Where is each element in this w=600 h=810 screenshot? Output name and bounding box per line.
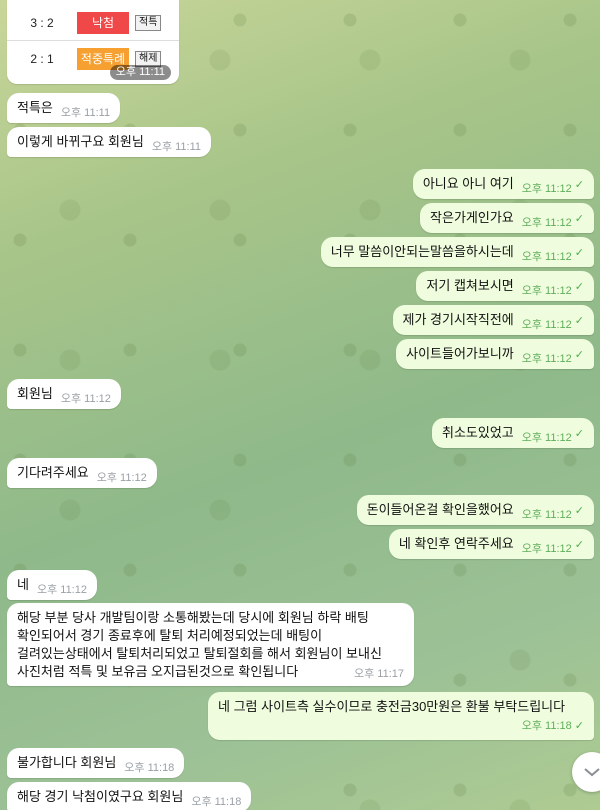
row-divider <box>7 40 179 41</box>
message-time: 오후 11:12 <box>521 251 572 263</box>
message-text-line: 걸려있는상태에서 탈퇴처리되었고 탈퇴절회를 해서 회원님이 보내신 <box>17 646 382 661</box>
incoming-message[interactable]: 해당 부분 당사 개발팀이랑 소통해봤는데 당시에 회원님 하락 배팅 확인되어… <box>7 603 414 686</box>
read-check-icon: ✓ <box>574 247 584 259</box>
message-text: 불가합니다 회원님 <box>17 755 117 770</box>
match-score: 3 : 2 <box>30 16 54 30</box>
read-check-icon: ✓ <box>574 213 584 225</box>
message-text: 적특은 <box>17 100 53 115</box>
incoming-message[interactable]: 이렇게 바뀌구요 회원님 오후 11:11 <box>7 127 212 157</box>
chevron-down-icon <box>584 768 600 777</box>
outgoing-message[interactable]: 아니요 아니 여기 오후 11:12 ✓ <box>412 169 594 199</box>
incoming-message[interactable]: 해당 경기 낙첨이였구요 회원님 오후 11:18 <box>7 782 252 810</box>
incoming-message[interactable]: 적특은 오후 11:11 <box>7 93 121 123</box>
message-text-line: 확인되어서 경기 종료후에 탈퇴 처리예정되었는데 배팅이 <box>17 628 323 643</box>
message-text: 제가 경기시작직전에 <box>402 312 514 327</box>
message-text-line: 사진처럼 적특 및 보유금 오지급된것으로 확인됩니다 <box>17 664 299 679</box>
outgoing-message[interactable]: 제가 경기시작직전에 오후 11:12 ✓ <box>392 305 594 335</box>
message-text: 이렇게 바뀌구요 회원님 <box>17 134 144 149</box>
outgoing-message[interactable]: 취소도있었고 오후 11:12 ✓ <box>432 418 594 448</box>
outgoing-message[interactable]: 저기 캡쳐보시면 오후 11:12 ✓ <box>416 271 594 301</box>
message-time: 오후 11:12 <box>521 183 572 195</box>
message-text: 저기 캡쳐보시면 <box>426 278 514 293</box>
read-check-icon: ✓ <box>574 539 584 551</box>
message-meta: 오후 11:18 ✓ <box>218 716 584 735</box>
message-time: 오후 11:17 <box>353 668 404 680</box>
message-time: 오후 11:12 <box>521 432 572 444</box>
message-time: 오후 11:12 <box>521 509 572 521</box>
message-time: 오후 11:11 <box>151 141 202 153</box>
message-text: 취소도있었고 <box>442 425 514 440</box>
message-time: 오후 11:12 <box>521 217 572 229</box>
read-check-icon: ✓ <box>574 349 584 361</box>
outgoing-message[interactable]: 너무 말씀이안되는말씀을하시는데 오후 11:12 ✓ <box>320 237 594 267</box>
read-check-icon: ✓ <box>574 281 584 293</box>
incoming-message[interactable]: 회원님 오후 11:12 <box>7 379 121 409</box>
outgoing-message[interactable]: 네 확인후 연락주세요 오후 11:12 ✓ <box>388 529 594 559</box>
message-text-line: 해당 부분 당사 개발팀이랑 소통해봤는데 당시에 회원님 하락 배팅 <box>17 610 369 625</box>
outgoing-message[interactable]: 사이트들어가보니까 오후 11:12 ✓ <box>396 339 594 369</box>
message-text: 돈이들어온걸 확인을했어요 <box>366 502 514 517</box>
message-time: 오후 11:12 <box>521 543 572 555</box>
message-text: 네 <box>17 577 29 592</box>
incoming-message[interactable]: 기다려주세요 오후 11:12 <box>7 458 157 488</box>
message-last-row: 사진처럼 적특 및 보유금 오지급된것으로 확인됩니다 오후 11:17 <box>17 663 404 681</box>
message-time: 오후 11:12 <box>521 285 572 297</box>
message-text: 아니요 아니 여기 <box>422 176 514 191</box>
special-button: 적특 <box>135 15 162 31</box>
incoming-message[interactable]: 네 오후 11:12 <box>7 570 97 600</box>
outgoing-message[interactable]: 작은가게인가요 오후 11:12 ✓ <box>420 203 594 233</box>
outgoing-message[interactable]: 돈이들어온걸 확인을했어요 오후 11:12 ✓ <box>356 495 594 525</box>
message-time: 오후 11:18 <box>124 762 175 774</box>
message-time: 오후 11:18 <box>521 720 572 732</box>
read-check-icon: ✓ <box>574 315 584 327</box>
message-time: 오후 11:12 <box>521 319 572 331</box>
message-time: 오후 11:11 <box>109 65 171 80</box>
message-time: 오후 11:12 <box>60 393 111 405</box>
read-check-icon: ✓ <box>574 428 584 440</box>
message-time: 오후 11:12 <box>36 584 87 596</box>
message-text: 네 그럼 사이트측 실수이므로 충전금30만원은 환불 부탁드립니다 <box>218 699 566 714</box>
incoming-message[interactable]: 불가합니다 회원님 오후 11:18 <box>7 748 185 778</box>
match-score: 2 : 1 <box>30 52 54 66</box>
message-text: 너무 말씀이안되는말씀을하시는데 <box>330 244 514 259</box>
message-text: 사이트들어가보니까 <box>406 346 514 361</box>
message-time: 오후 11:11 <box>60 107 111 119</box>
outgoing-message[interactable]: 네 그럼 사이트측 실수이므로 충전금30만원은 환불 부탁드립니다 오후 11… <box>208 692 594 740</box>
message-time: 오후 11:18 <box>191 796 242 808</box>
result-tag: 낙첨 <box>77 12 129 34</box>
message-time: 오후 11:12 <box>521 353 572 365</box>
bet-row: 3 : 2 낙첨 적특 <box>7 8 179 38</box>
message-text: 네 확인후 연락주세요 <box>398 536 514 551</box>
message-time: 오후 11:12 <box>96 472 147 484</box>
scroll-to-bottom-button[interactable] <box>572 752 600 792</box>
read-check-icon: ✓ <box>574 179 584 191</box>
message-text: 해당 경기 낙첨이였구요 회원님 <box>17 789 184 804</box>
screenshot-image-message[interactable]: 3 : 2 낙첨 적특 2 : 1 적중특례 해제 오후 11:11 <box>7 0 179 84</box>
message-text: 기다려주세요 <box>17 465 89 480</box>
read-check-icon: ✓ <box>574 720 584 732</box>
read-check-icon: ✓ <box>574 505 584 517</box>
message-text: 작은가게인가요 <box>430 210 514 225</box>
message-text: 회원님 <box>17 386 53 401</box>
